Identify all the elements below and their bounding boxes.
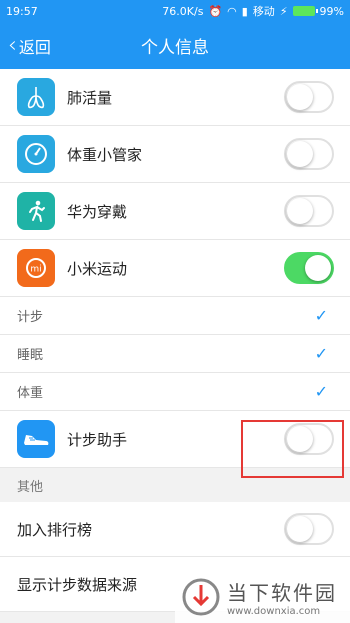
join-leaderboard-label: 加入排行榜 — [17, 520, 93, 539]
status-right: 76.0K/s ⏰ ◠ ▮ 移动 ⚡ 99% — [162, 3, 344, 19]
battery-percent: 99% — [319, 4, 344, 18]
lung-capacity-toggle[interactable] — [284, 81, 334, 113]
app-row-weight-manager: 体重小管家 — [0, 126, 350, 183]
toggle-knob — [305, 255, 331, 281]
svg-text:mi: mi — [30, 265, 41, 275]
sub-option-label: 计步 — [17, 310, 44, 325]
app-row-mi-fit: mi 小米运动 — [0, 240, 350, 297]
gauge-icon — [17, 135, 55, 173]
watermark: 当下软件园 www.downxia.com — [175, 571, 350, 623]
toggle-knob — [287, 516, 313, 542]
toggle-knob — [287, 426, 313, 452]
toggle-knob — [287, 84, 313, 110]
join-leaderboard-toggle[interactable] — [284, 513, 334, 545]
mi-icon: mi — [17, 249, 55, 287]
weight-manager-toggle[interactable] — [284, 138, 334, 170]
app-label: 体重小管家 — [67, 145, 143, 164]
checkmark-icon: ✓ — [314, 306, 328, 325]
app-label: 小米运动 — [67, 259, 128, 278]
watermark-title: 当下软件园 — [227, 581, 337, 605]
app-bar: ‹ 返回 个人信息 — [0, 22, 350, 69]
carrier-name: 移动 — [252, 5, 275, 18]
alarm-icon: ⏰ — [208, 4, 223, 18]
wifi-icon: ◠ — [227, 4, 237, 18]
watermark-text: 当下软件园 www.downxia.com — [227, 577, 337, 617]
shoe-icon — [17, 420, 55, 458]
runner-icon — [17, 192, 55, 230]
checkmark-icon: ✓ — [314, 382, 328, 401]
downxia-logo-icon — [181, 577, 221, 617]
step-helper-toggle[interactable] — [284, 423, 334, 455]
section-header-other: 其他 — [0, 468, 350, 502]
app-row-lung-capacity: 肺活量 — [0, 69, 350, 126]
lungs-icon — [17, 78, 55, 116]
app-label: 计步助手 — [67, 430, 128, 449]
sub-option-sleep[interactable]: 睡眠 ✓ — [0, 335, 350, 373]
mi-fit-toggle[interactable] — [284, 252, 334, 284]
sub-option-label: 睡眠 — [17, 348, 44, 363]
checkmark-icon: ✓ — [314, 344, 328, 363]
app-row-step-helper: 计步助手 — [0, 411, 350, 468]
chevron-left-icon: ‹ — [8, 32, 17, 58]
join-leaderboard-row: 加入排行榜 — [0, 502, 350, 557]
page-title: 个人信息 — [141, 38, 209, 58]
battery-icon — [292, 6, 318, 16]
toggle-knob — [287, 198, 313, 224]
sub-option-steps[interactable]: 计步 ✓ — [0, 297, 350, 335]
app-row-huawei-wear: 华为穿戴 — [0, 183, 350, 240]
sub-option-weight[interactable]: 体重 ✓ — [0, 373, 350, 411]
toggle-knob — [287, 141, 313, 167]
status-bar: 19:57 76.0K/s ⏰ ◠ ▮ 移动 ⚡ 99% — [0, 0, 350, 22]
network-speed: 76.0K/s — [162, 4, 204, 18]
app-label: 肺活量 — [67, 88, 113, 107]
charging-icon: ⚡ — [279, 4, 288, 18]
app-label: 华为穿戴 — [67, 202, 128, 221]
back-button[interactable]: ‹ 返回 — [8, 22, 51, 69]
sub-option-label: 体重 — [17, 386, 44, 401]
huawei-wear-toggle[interactable] — [284, 195, 334, 227]
status-time: 19:57 — [6, 4, 38, 18]
watermark-url: www.downxia.com — [227, 606, 321, 617]
app-list: 肺活量 体重小管家 华为穿戴 mi 小米运动 计步 ✓ 睡眠 ✓ 体重 ✓ 计步… — [0, 69, 350, 468]
signal-icon: ▮ — [241, 4, 248, 18]
back-label: 返回 — [18, 37, 51, 57]
